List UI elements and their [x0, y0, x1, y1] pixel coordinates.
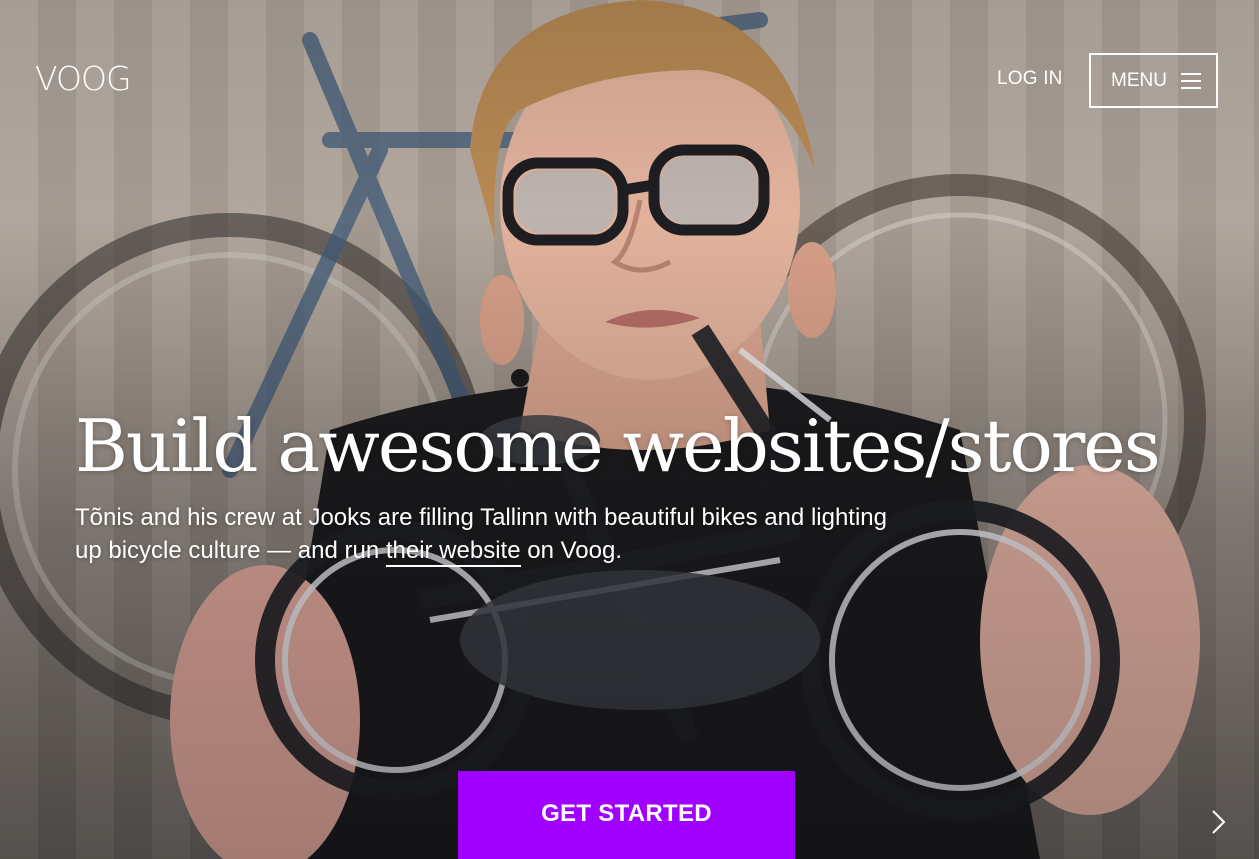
hamburger-menu-icon [1181, 73, 1201, 89]
hero-headline: Build awesome websites/stores [75, 404, 1161, 488]
voog-logo[interactable]: VOOG [35, 62, 132, 95]
hero-subtext-part-2: on Voog. [520, 537, 622, 564]
get-started-button[interactable]: GET STARTED [458, 771, 795, 859]
login-link[interactable]: LOG IN [997, 68, 1063, 90]
hero-subtext: Tõnis and his crew at Jooks are filling … [75, 501, 895, 567]
hero-section: VOOG LOG IN MENU Build awesome websites/… [0, 0, 1259, 859]
menu-button-label: MENU [1111, 70, 1167, 91]
chevron-right-icon[interactable] [1208, 808, 1230, 836]
their-website-link[interactable]: their website [385, 537, 521, 567]
menu-button[interactable]: MENU [1089, 53, 1218, 108]
